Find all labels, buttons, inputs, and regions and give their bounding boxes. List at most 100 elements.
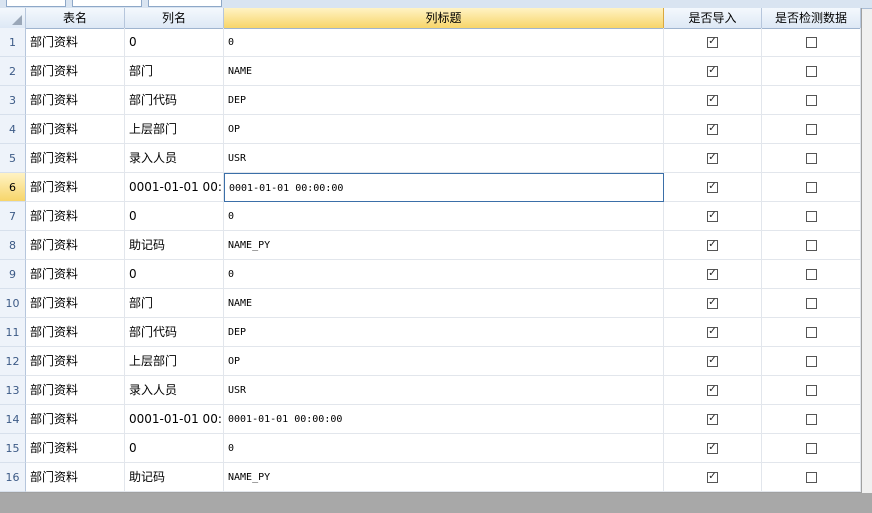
import-checkbox[interactable]: ✓ [707, 94, 718, 106]
cell-column-title[interactable]: DEP [224, 318, 664, 347]
cell-column-title[interactable]: 0001-01-01 00:00:00 [224, 173, 664, 202]
cell-column-name[interactable]: 0 [125, 202, 224, 231]
cell-table-name[interactable]: 部门资料 [26, 86, 125, 115]
table-row[interactable]: 10 部门资料 部门 NAME ✓ [0, 289, 861, 318]
check-data-checkbox[interactable] [805, 413, 817, 425]
check-data-checkbox[interactable] [805, 442, 817, 454]
cell-column-name[interactable]: 部门 [125, 289, 224, 318]
row-number[interactable]: 10 [0, 289, 26, 318]
row-number[interactable]: 5 [0, 144, 26, 173]
check-data-checkbox[interactable] [805, 210, 817, 222]
cell-table-name[interactable]: 部门资料 [26, 376, 125, 405]
table-row[interactable]: 2 部门资料 部门 NAME ✓ [0, 57, 861, 86]
cell-table-name[interactable]: 部门资料 [26, 289, 125, 318]
row-number[interactable]: 8 [0, 231, 26, 260]
import-checkbox[interactable]: ✓ [707, 471, 718, 483]
row-number[interactable]: 14 [0, 405, 26, 434]
cell-column-title[interactable]: NAME [224, 289, 664, 318]
cell-column-title[interactable]: USR [224, 144, 664, 173]
cell-table-name[interactable]: 部门资料 [26, 57, 125, 86]
cell-column-title[interactable]: 0 [224, 202, 664, 231]
import-checkbox[interactable]: ✓ [707, 355, 718, 367]
cell-table-name[interactable]: 部门资料 [26, 463, 125, 492]
header-table-name[interactable]: 表名 [26, 8, 125, 28]
row-number[interactable]: 11 [0, 318, 26, 347]
import-checkbox[interactable]: ✓ [707, 297, 718, 309]
header-column-name[interactable]: 列名 [125, 8, 224, 28]
cell-table-name[interactable]: 部门资料 [26, 434, 125, 463]
check-data-checkbox[interactable] [805, 152, 817, 164]
table-row[interactable]: 11 部门资料 部门代码 DEP ✓ [0, 318, 861, 347]
check-data-checkbox[interactable] [805, 36, 817, 48]
cell-column-name[interactable]: 0 [125, 434, 224, 463]
header-is-import[interactable]: 是否导入 [664, 8, 762, 28]
cell-column-name[interactable]: 部门代码 [125, 318, 224, 347]
cell-table-name[interactable]: 部门资料 [26, 28, 125, 57]
row-number[interactable]: 12 [0, 347, 26, 376]
tab-3[interactable] [148, 0, 222, 7]
cell-column-title[interactable]: 0 [224, 260, 664, 289]
table-row[interactable]: 16 部门资料 助记码 NAME_PY ✓ [0, 463, 861, 492]
cell-column-name[interactable]: 0 [125, 260, 224, 289]
table-row[interactable]: 14 部门资料 0001-01-01 00: 0001-01-01 00:00:00 ✓ [0, 405, 861, 434]
import-checkbox[interactable]: ✓ [707, 239, 718, 251]
cell-column-name[interactable]: 部门代码 [125, 86, 224, 115]
table-row[interactable]: 6 部门资料 0001-01-01 00: 0001-01-01 00:00:00 ✓ [0, 173, 861, 202]
tab-2[interactable] [72, 0, 142, 7]
import-checkbox[interactable]: ✓ [707, 326, 718, 338]
check-data-checkbox[interactable] [805, 471, 817, 483]
cell-column-title[interactable]: USR [224, 376, 664, 405]
cell-table-name[interactable]: 部门资料 [26, 231, 125, 260]
row-number[interactable]: 16 [0, 463, 26, 492]
table-row[interactable]: 5 部门资料 录入人员 USR ✓ [0, 144, 861, 173]
row-number[interactable]: 4 [0, 115, 26, 144]
cell-column-name[interactable]: 上层部门 [125, 115, 224, 144]
cell-table-name[interactable]: 部门资料 [26, 144, 125, 173]
cell-column-title[interactable]: NAME [224, 57, 664, 86]
import-checkbox[interactable]: ✓ [707, 384, 718, 396]
cell-column-name[interactable]: 录入人员 [125, 144, 224, 173]
cell-column-name[interactable]: 0 [125, 28, 224, 57]
header-is-check[interactable]: 是否检测数据 [762, 8, 861, 28]
check-data-checkbox[interactable] [805, 326, 817, 338]
check-data-checkbox[interactable] [805, 268, 817, 280]
check-data-checkbox[interactable] [805, 384, 817, 396]
cell-column-name[interactable]: 0001-01-01 00: [125, 173, 224, 202]
row-number[interactable]: 9 [0, 260, 26, 289]
cell-column-name[interactable]: 上层部门 [125, 347, 224, 376]
check-data-checkbox[interactable] [805, 297, 817, 309]
table-row[interactable]: 8 部门资料 助记码 NAME_PY ✓ [0, 231, 861, 260]
cell-table-name[interactable]: 部门资料 [26, 318, 125, 347]
row-number[interactable]: 3 [0, 86, 26, 115]
cell-column-name[interactable]: 助记码 [125, 463, 224, 492]
import-checkbox[interactable]: ✓ [707, 413, 718, 425]
select-all-corner[interactable] [0, 8, 26, 28]
table-row[interactable]: 9 部门资料 0 0 ✓ [0, 260, 861, 289]
import-checkbox[interactable]: ✓ [707, 123, 718, 135]
cell-column-name[interactable]: 0001-01-01 00: [125, 405, 224, 434]
header-column-title[interactable]: 列标题 [224, 8, 664, 28]
import-checkbox[interactable]: ✓ [707, 152, 718, 164]
row-number[interactable]: 13 [0, 376, 26, 405]
check-data-checkbox[interactable] [805, 355, 817, 367]
table-row[interactable]: 1 部门资料 0 0 ✓ [0, 28, 861, 57]
row-number[interactable]: 15 [0, 434, 26, 463]
cell-table-name[interactable]: 部门资料 [26, 202, 125, 231]
check-data-checkbox[interactable] [805, 181, 817, 193]
row-number[interactable]: 6 [0, 173, 26, 202]
check-data-checkbox[interactable] [805, 239, 817, 251]
row-number[interactable]: 2 [0, 57, 26, 86]
cell-column-title[interactable]: NAME_PY [224, 231, 664, 260]
table-row[interactable]: 3 部门资料 部门代码 DEP ✓ [0, 86, 861, 115]
cell-column-title[interactable]: 0001-01-01 00:00:00 [224, 405, 664, 434]
tab-1[interactable] [6, 0, 66, 7]
cell-column-name[interactable]: 部门 [125, 57, 224, 86]
import-checkbox[interactable]: ✓ [707, 210, 718, 222]
cell-column-name[interactable]: 录入人员 [125, 376, 224, 405]
cell-column-title[interactable]: 0 [224, 28, 664, 57]
import-checkbox[interactable]: ✓ [707, 442, 718, 454]
cell-table-name[interactable]: 部门资料 [26, 115, 125, 144]
import-checkbox[interactable]: ✓ [707, 65, 718, 77]
cell-column-title[interactable]: OP [224, 115, 664, 144]
table-row[interactable]: 13 部门资料 录入人员 USR ✓ [0, 376, 861, 405]
